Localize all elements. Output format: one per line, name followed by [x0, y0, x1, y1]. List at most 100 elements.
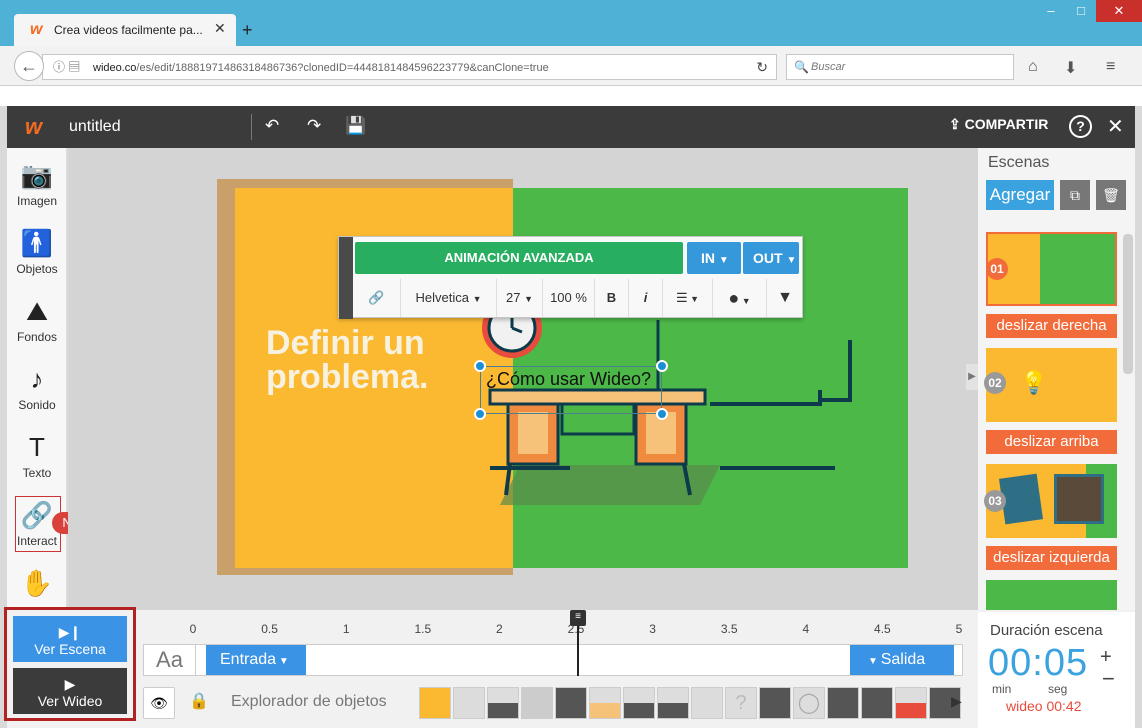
decrease-duration-icon[interactable]: − [1102, 666, 1115, 692]
align-dropdown[interactable]: ☰ ▼ [663, 279, 713, 317]
advanced-animation-button[interactable]: ANIMACIÓN AVANZADA [355, 242, 683, 274]
minimize-icon[interactable]: – [1036, 0, 1066, 22]
scene-headline[interactable]: Definir un problema. [266, 326, 506, 394]
scroll-right-icon[interactable]: ▶ [951, 693, 962, 710]
maximize-icon[interactable]: □ [1066, 0, 1096, 22]
tool-fondos[interactable]: ⛰ Fondos [7, 296, 67, 344]
download-icon[interactable]: ⬇ [1064, 58, 1077, 78]
object-thumb[interactable] [589, 687, 621, 719]
resize-handle[interactable] [656, 408, 668, 420]
new-tab-icon[interactable]: + [242, 20, 253, 41]
tool-hand[interactable]: ✋ [7, 568, 67, 602]
out-animation-dropdown[interactable]: OUT ▼ [743, 242, 799, 274]
duplicate-scene-icon[interactable]: ⧉ [1060, 180, 1090, 210]
object-thumb[interactable] [623, 687, 655, 719]
object-thumb[interactable] [555, 687, 587, 719]
tool-sonido[interactable]: ♪ Sonido [7, 364, 67, 412]
help-button[interactable]: ? [1069, 115, 1092, 138]
ruler-tick: 4 [802, 622, 810, 636]
lock-icon[interactable]: 🔒 [183, 687, 215, 719]
object-thumb[interactable] [895, 687, 927, 719]
opacity-field[interactable]: 100 % [543, 279, 595, 317]
tool-texto[interactable]: T Texto [7, 432, 67, 480]
font-value: Helvetica [415, 290, 469, 305]
scenes-scrollbar[interactable] [1123, 234, 1133, 374]
color-swatch-icon: ● [728, 288, 740, 308]
font-size-select[interactable]: 27 ▼ [497, 279, 543, 317]
document-name[interactable]: untitled [69, 118, 121, 136]
total-duration: wideo 00:42 [1006, 698, 1082, 714]
object-thumb[interactable] [419, 687, 451, 719]
info-icon[interactable]: ⓘ ▤ [53, 55, 80, 79]
scene-thumbnail-1[interactable]: 01 [986, 232, 1117, 306]
question-icon[interactable]: ? [725, 687, 757, 719]
browser-tab-bar: w Crea videos facilmente pa... ✕ + – □ ✕ [0, 0, 1142, 46]
delete-scene-icon[interactable]: 🗑 [1096, 180, 1126, 210]
object-thumb[interactable] [521, 687, 553, 719]
tab-title: Crea videos facilmente pa... [54, 23, 203, 37]
playhead-handle[interactable]: ≡ [570, 610, 586, 626]
hand-icon: ✋ [20, 568, 54, 598]
undo-icon[interactable]: ↶ [265, 116, 279, 136]
collapse-panel-icon[interactable]: ▶ [966, 364, 978, 390]
thumb-photo [1054, 474, 1104, 524]
object-thumb[interactable] [657, 687, 689, 719]
tool-imagen[interactable]: 📷 Imagen [7, 160, 67, 208]
in-animation-dropdown[interactable]: IN ▼ [687, 242, 741, 274]
scene-transition[interactable]: deslizar arriba [986, 430, 1117, 454]
menu-icon[interactable]: ≡ [1106, 58, 1115, 76]
link-icon[interactable]: 🔗 [353, 279, 401, 317]
timeline-track[interactable]: Aa Entrada ▼ ▼ Salida [143, 644, 963, 676]
eye-icon[interactable]: 👁 [143, 687, 175, 719]
bold-button[interactable]: B [595, 279, 629, 317]
duration-time[interactable]: 00:05 [988, 642, 1088, 685]
tab-close-icon[interactable]: ✕ [214, 20, 226, 37]
editor-close-icon[interactable]: ✕ [1107, 114, 1124, 139]
scene-number: 03 [984, 490, 1006, 512]
reload-icon[interactable]: ↻ [756, 55, 768, 79]
add-scene-button[interactable]: Agregar [986, 180, 1054, 210]
wideo-logo-icon[interactable]: w [25, 114, 42, 140]
search-input[interactable]: 🔍 Buscar [786, 54, 1014, 80]
scene-thumbnail-3[interactable]: 03 [984, 464, 1117, 538]
address-bar[interactable]: ⓘ ▤ wideo.co/es/edit/1888197148631848673… [42, 54, 777, 80]
duration-label: Duración escena [990, 622, 1103, 639]
play-video-button[interactable]: ▶ Ver Wideo [13, 668, 127, 714]
tool-objetos[interactable]: 🚹 Objetos [7, 228, 67, 276]
more-options-icon[interactable]: ▼ [767, 279, 803, 317]
back-button[interactable]: ← [14, 51, 44, 81]
scene-thumbnail-4[interactable] [986, 580, 1117, 610]
resize-handle[interactable] [474, 408, 486, 420]
scene-number: 01 [986, 258, 1008, 280]
object-thumb[interactable] [759, 687, 791, 719]
circle-icon[interactable]: ◯ [793, 687, 825, 719]
save-icon[interactable]: 💾 [345, 116, 366, 136]
play-scene-label: Ver Escena [34, 641, 106, 657]
color-dropdown[interactable]: ● ▼ [713, 279, 767, 317]
window-close-icon[interactable]: ✕ [1096, 0, 1142, 22]
chevron-down-icon: ▼ [786, 255, 797, 266]
home-icon[interactable]: ⌂ [1028, 58, 1038, 76]
entrada-block[interactable]: Entrada ▼ [206, 645, 306, 675]
resize-handle[interactable] [474, 360, 486, 372]
salida-block[interactable]: ▼ Salida [850, 645, 954, 675]
scene-transition[interactable]: deslizar derecha [986, 314, 1117, 338]
object-thumb[interactable] [453, 687, 485, 719]
selected-text-element[interactable]: ¿Cómo usar Wideo? [486, 369, 651, 390]
object-thumb[interactable] [691, 687, 723, 719]
italic-button[interactable]: i [629, 279, 663, 317]
object-thumb[interactable] [861, 687, 893, 719]
object-thumb[interactable] [487, 687, 519, 719]
play-scene-button[interactable]: ▶❙ Ver Escena [13, 616, 127, 662]
scene-transition[interactable]: deslizar izquierda [986, 546, 1117, 570]
browser-tab[interactable]: w Crea videos facilmente pa... ✕ [14, 14, 236, 46]
resize-handle[interactable] [656, 360, 668, 372]
timeline-ruler[interactable]: 0 0.5 1 1.5 2 2.5 3 3.5 4 4.5 5 [143, 622, 963, 640]
toolbar-drag-handle[interactable] [339, 237, 353, 319]
object-thumb[interactable] [827, 687, 859, 719]
share-button[interactable]: ⇪ COMPARTIR [949, 116, 1048, 133]
scene-thumbnail-2[interactable]: 💡 02 [984, 348, 1117, 422]
font-select[interactable]: Helvetica ▼ [401, 279, 497, 317]
redo-icon[interactable]: ↷ [307, 116, 321, 136]
tools-sidebar: 📷 Imagen 🚹 Objetos ⛰ Fondos ♪ Sonido T Texto … [7, 148, 67, 610]
